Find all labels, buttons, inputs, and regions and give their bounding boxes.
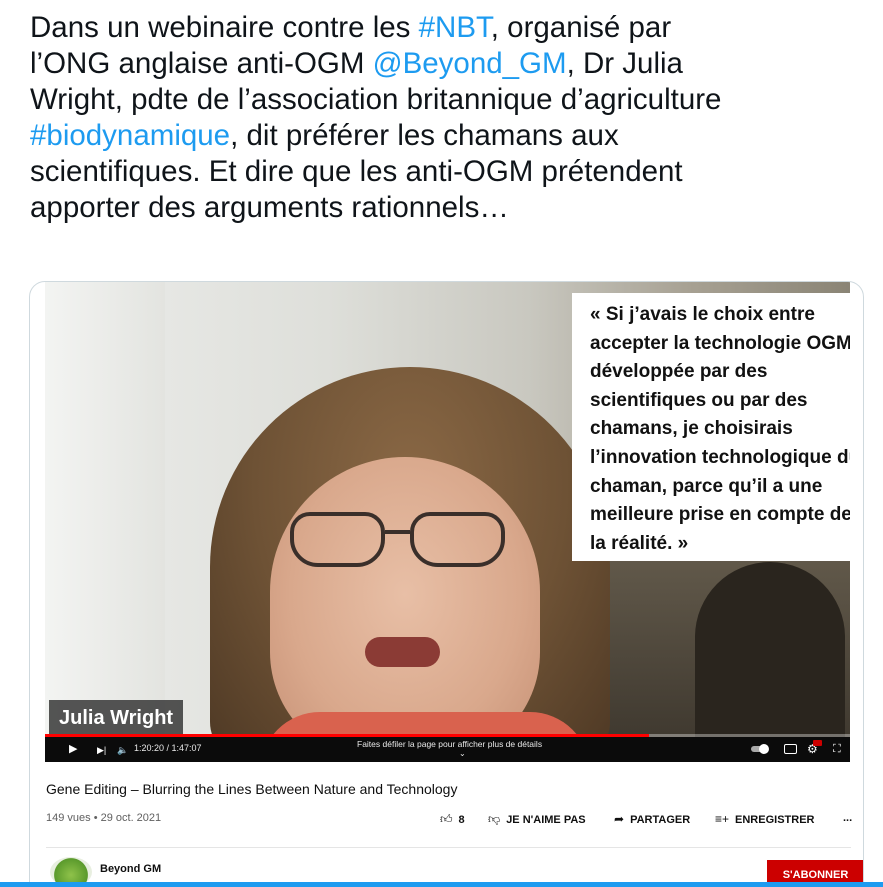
background-window: [45, 282, 165, 762]
video-time: 1:20:20 / 1:47:07: [134, 743, 202, 753]
share-icon: ➦: [614, 812, 625, 826]
like-button[interactable]: 👍︎ 8: [440, 812, 465, 827]
tweet-line: #biodynamique, dit préférer les chamans …: [30, 118, 870, 154]
mention-link[interactable]: @Beyond_GM: [373, 47, 567, 80]
speaker-mouth: [365, 637, 440, 667]
video-controls: ▶ ▶| 🔈 1:20:20 / 1:47:07 Faites défiler …: [45, 737, 850, 762]
subtitles-icon[interactable]: [784, 744, 797, 754]
tweet-text-segment: apporter des arguments rationnels…: [30, 191, 509, 224]
channel-name[interactable]: Beyond GM: [100, 863, 161, 875]
add-to-playlist-icon: ≡+: [715, 812, 730, 826]
quote-line: meilleure prise en compte de: [590, 504, 850, 526]
quote-line: l’innovation technologique du: [590, 446, 850, 468]
volume-icon[interactable]: 🔈: [117, 743, 128, 757]
tweet-text: Dans un webinaire contre les #NBT, organ…: [30, 10, 870, 226]
next-icon[interactable]: ▶|: [97, 743, 106, 757]
tweet-line: Wright, pdte de l’association britanniqu…: [30, 82, 870, 118]
glasses-left: [290, 512, 385, 567]
dislike-label: JE N'AIME PAS: [506, 814, 586, 826]
background-chair: [695, 562, 845, 762]
speaker-name-tag: Julia Wright: [49, 700, 184, 736]
quote-line: chaman, parce qu’il a une: [590, 475, 823, 497]
tweet-line: scientifiques. Et dire que les anti-OGM …: [30, 154, 870, 190]
chevron-down-icon: ⌄: [459, 749, 466, 758]
tweet-text-segment: scientifiques. Et dire que les anti-OGM …: [30, 155, 683, 188]
dislike-button[interactable]: 👎︎ JE N'AIME PAS: [488, 812, 586, 827]
hashtag-link[interactable]: #biodynamique: [30, 119, 230, 152]
tweet-text-segment: , Dr Julia: [566, 47, 683, 80]
thumbs-up-icon: 👍︎: [440, 812, 453, 826]
divider: [46, 847, 851, 848]
share-button[interactable]: ➦ PARTAGER: [614, 812, 690, 826]
quote-line: chamans, je choisirais: [590, 418, 793, 440]
more-options-button[interactable]: ...: [843, 812, 852, 824]
tweet-line: Dans un webinaire contre les #NBT, organ…: [30, 10, 870, 46]
glasses-right: [410, 512, 505, 567]
bottom-accent-bar: [0, 882, 883, 887]
video-title[interactable]: Gene Editing – Blurring the Lines Betwee…: [46, 781, 457, 797]
tweet-text-segment: l’ONG anglaise anti-OGM: [30, 47, 373, 80]
save-label: ENREGISTRER: [735, 814, 815, 826]
autoplay-toggle-icon[interactable]: [751, 744, 769, 754]
like-count: 8: [458, 814, 465, 826]
share-label: PARTAGER: [630, 814, 691, 826]
video-frame[interactable]: « Si j’avais le choix entre accepter la t…: [45, 282, 850, 762]
tweet-line: apporter des arguments rationnels…: [30, 190, 870, 226]
play-icon[interactable]: ▶: [69, 742, 77, 756]
hashtag-link[interactable]: #NBT: [419, 11, 491, 44]
thumbs-down-icon: 👎︎: [488, 812, 501, 826]
quote-line: « Si j’avais le choix entre: [590, 304, 815, 325]
quote-line: scientifiques ou par des: [590, 389, 808, 411]
views-date: 149 vues • 29 oct. 2021: [46, 812, 162, 824]
tweet-text-segment: , dit préférer les chamans aux: [230, 119, 619, 152]
tweet-text-segment: Dans un webinaire contre les: [30, 11, 419, 44]
fullscreen-icon[interactable]: ⛶: [833, 742, 841, 756]
tweet-text-segment: Wright, pdte de l’association britanniqu…: [30, 83, 722, 116]
video-meta-row: 149 vues • 29 oct. 2021 👍︎ 8 👎︎ JE N'AIME …: [46, 809, 852, 831]
quote-line: accepter la technologie OGM: [590, 332, 850, 354]
tweet-line: l’ONG anglaise anti-OGM @Beyond_GM, Dr J…: [30, 46, 870, 82]
gear-icon[interactable]: ⚙: [807, 740, 822, 756]
tweet-text-segment: , organisé par: [490, 11, 672, 44]
quote-line: développée par des: [590, 361, 768, 383]
quote-line: la réalité. »: [590, 532, 689, 554]
quote-overlay: « Si j’avais le choix entre accepter la t…: [572, 293, 850, 561]
glasses-bridge: [385, 530, 410, 534]
scroll-hint: Faites défiler la page pour afficher plu…: [357, 739, 543, 749]
embedded-video-card[interactable]: « Si j’avais le choix entre accepter la t…: [29, 281, 864, 887]
save-button[interactable]: ≡+ ENREGISTRER: [715, 812, 814, 826]
